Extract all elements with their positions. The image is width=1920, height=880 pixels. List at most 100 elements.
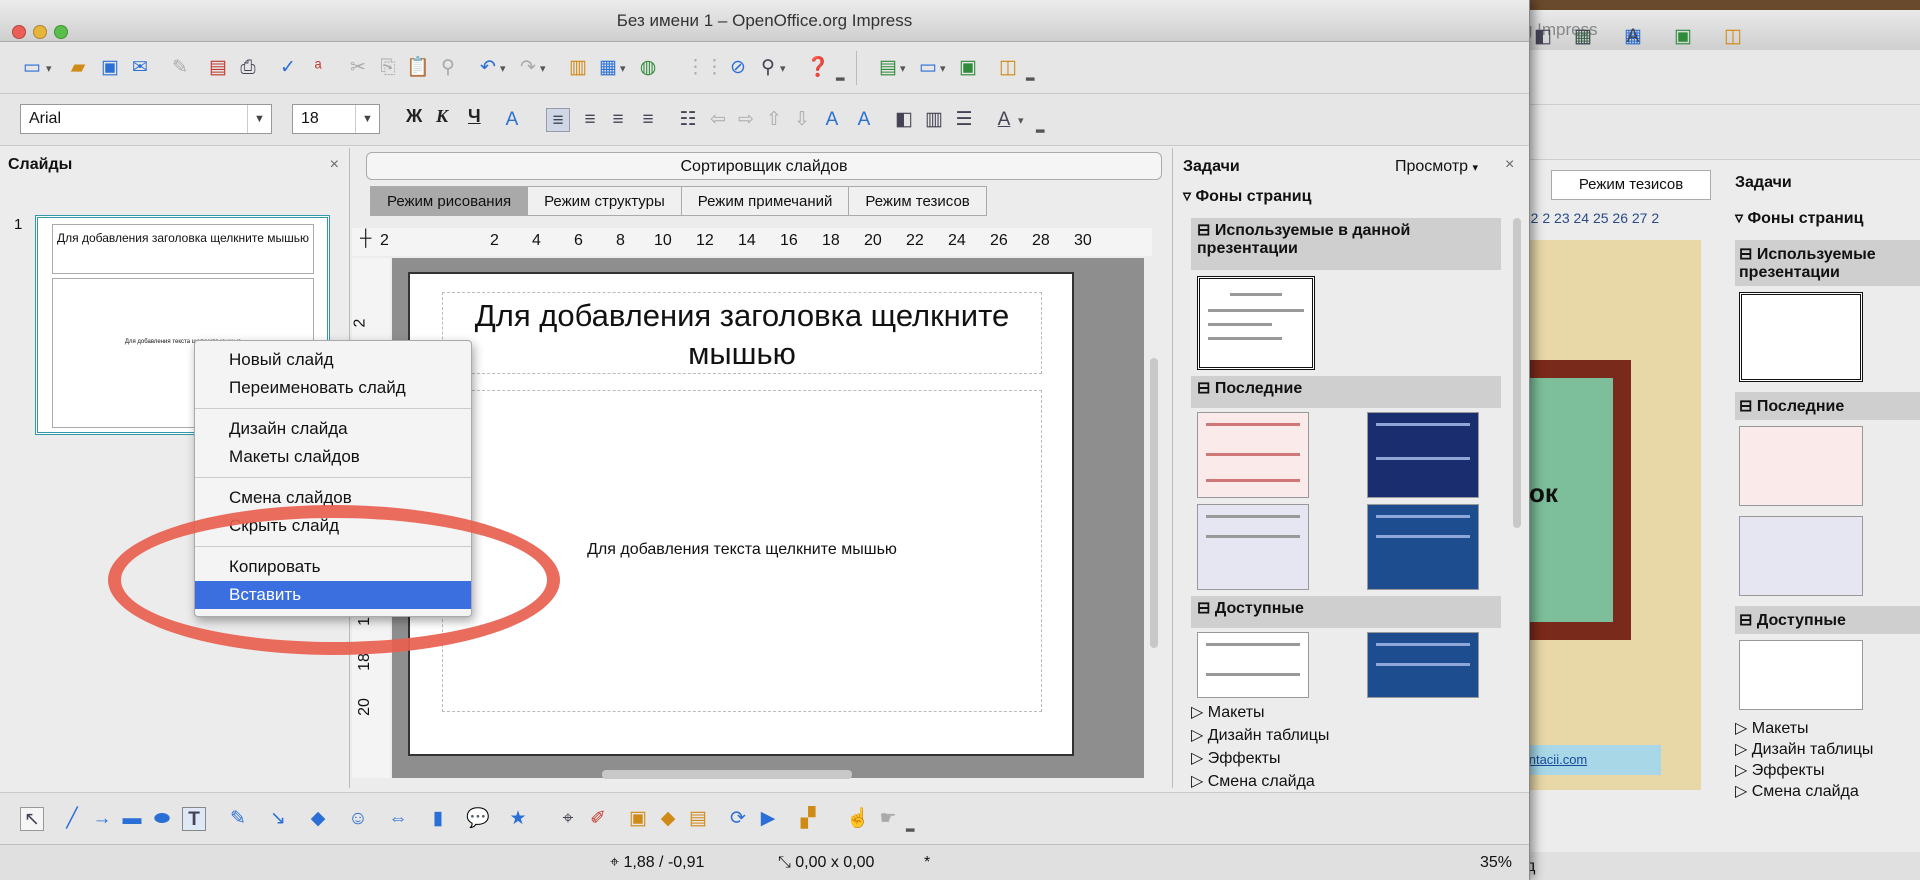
menu-item-paste[interactable]: Вставить — [195, 581, 471, 609]
gallery-icon[interactable]: ◆ — [656, 807, 680, 831]
back-tab-outline[interactable]: Режим тезисов — [1551, 170, 1711, 200]
line-icon[interactable]: ╱ — [60, 807, 84, 831]
ruler-origin-icon[interactable]: ┼ — [360, 230, 371, 248]
email-icon[interactable]: ✉ — [128, 56, 152, 80]
animation-icon[interactable]: ◧ — [1531, 25, 1555, 49]
back-link[interactable]: zentacii.com — [1511, 745, 1661, 775]
connector-icon[interactable]: ↘ — [266, 807, 290, 831]
section-used[interactable]: ⊟ Используемые в данной презентации — [1191, 218, 1501, 270]
slide-layout-icon[interactable]: ▤ — [876, 56, 900, 80]
font-size-combo[interactable]: 18 ▼ — [292, 104, 380, 134]
stars-icon[interactable]: ★ — [506, 807, 530, 831]
bold-button[interactable]: Ж — [406, 106, 422, 127]
back-effects[interactable]: ▷ Эффекты — [1735, 760, 1873, 781]
toolbar-overflow-icon-2[interactable]: ▂ — [1026, 68, 1034, 81]
select-arrow-icon[interactable]: ↖ — [20, 807, 44, 831]
back-section-available[interactable]: ⊟ Доступные — [1735, 606, 1920, 634]
zoom-level[interactable]: 35% — [1480, 854, 1512, 872]
views-dropdown-icon[interactable]: ▾ — [940, 62, 946, 75]
justify-icon[interactable]: ≡ — [636, 108, 660, 132]
edit-file-icon[interactable]: ✎ — [168, 56, 192, 80]
tasks-scrollbar[interactable] — [1513, 218, 1521, 528]
navigator-icon[interactable]: ⊘ — [726, 56, 750, 80]
back-template-lavender[interactable] — [1739, 516, 1863, 596]
align-right-icon[interactable]: ≡ — [606, 108, 630, 132]
table-icon[interactable]: ▦ — [596, 56, 620, 80]
basic-shapes-icon[interactable]: ◆ — [306, 807, 330, 831]
slide-transition-item[interactable]: ▷ Смена слайда — [1191, 771, 1315, 791]
align-center-icon[interactable]: ≡ — [578, 108, 602, 132]
clone-formatting-icon[interactable]: ⚲ — [436, 56, 460, 80]
callouts-icon[interactable]: 💬 — [466, 807, 490, 831]
autospellcheck-icon[interactable]: ᵃ — [306, 56, 330, 80]
font-name-combo[interactable]: Arial ▼ — [20, 104, 272, 134]
slide-sorter-button[interactable]: Сортировщик слайдов — [366, 152, 1162, 180]
increase-font-icon[interactable]: A — [820, 108, 844, 132]
font-size-dropdown-icon[interactable]: ▼ — [355, 105, 379, 133]
menu-item-slide-design[interactable]: Дизайн слайда — [195, 415, 471, 443]
tab-outline[interactable]: Режим структуры — [527, 186, 682, 216]
move-up-icon[interactable]: ⇧ — [762, 108, 786, 132]
curve-icon[interactable]: ✎ — [226, 807, 250, 831]
effects-icon[interactable]: ▶ — [756, 807, 780, 831]
from-file-icon[interactable]: ▣ — [626, 807, 650, 831]
demote-icon[interactable]: ⇨ — [734, 108, 758, 132]
master-pages-header[interactable]: ▿ Фоны страниц — [1183, 186, 1311, 206]
template-recent-blue[interactable] — [1367, 504, 1479, 590]
grid-icon[interactable]: ⋮⋮ — [686, 56, 724, 80]
interaction-icon[interactable]: ☝ — [846, 807, 870, 831]
points-icon[interactable]: ⌖ — [556, 807, 580, 831]
paragraph-icon[interactable]: ▥ — [922, 108, 946, 132]
insert-image-icon[interactable]: ▣ — [956, 56, 980, 80]
new-document-icon[interactable]: ▭ — [20, 56, 44, 80]
back-template-white[interactable] — [1739, 640, 1863, 710]
view-menu[interactable]: Просмотр ▾ — [1395, 158, 1478, 176]
symbol-shapes-icon[interactable]: ☺ — [346, 807, 370, 831]
back-transition[interactable]: ▷ Смена слайда — [1735, 781, 1873, 802]
bullets-numbering-icon[interactable]: ☰ — [952, 108, 976, 132]
back-template-thumb[interactable] — [1739, 292, 1863, 382]
display-views-icon[interactable]: ▭ — [916, 56, 940, 80]
flowchart-icon[interactable]: ▮ — [426, 807, 450, 831]
help-icon[interactable]: ❓ — [806, 56, 830, 80]
section-recent[interactable]: ⊟ Последние — [1191, 376, 1501, 408]
globe-icon[interactable]: ◍ — [636, 56, 660, 80]
arrow-line-icon[interactable]: → — [90, 807, 114, 831]
back-template-red[interactable] — [1739, 426, 1863, 506]
vertical-scrollbar[interactable] — [1150, 358, 1158, 648]
template-default[interactable] — [1197, 276, 1315, 370]
font-color-icon[interactable]: A — [1621, 25, 1645, 49]
zoom-icon[interactable]: ⚲ — [756, 56, 780, 80]
slide-show-icon[interactable]: ◫ — [1721, 25, 1745, 49]
undo-icon[interactable]: ↶ — [476, 56, 500, 80]
content-placeholder[interactable]: Для добавления текста щелкните мышью — [442, 390, 1042, 712]
redo-dropdown-icon[interactable]: ▾ — [540, 62, 546, 75]
chart-icon[interactable]: ▥ — [566, 56, 590, 80]
cut-icon[interactable]: ✂ — [346, 56, 370, 80]
underline-button[interactable]: Ч — [468, 106, 481, 127]
export-pdf-icon[interactable]: ▤ — [206, 56, 230, 80]
menu-item-slide-layouts[interactable]: Макеты слайдов — [195, 443, 471, 471]
close-slides-panel-icon[interactable]: × — [330, 156, 339, 174]
zoom-window-button[interactable] — [54, 25, 68, 39]
close-window-button[interactable] — [12, 25, 26, 39]
back-section-used[interactable]: ⊟ Используемые презентации — [1735, 240, 1920, 286]
font-color-icon[interactable]: A — [992, 108, 1016, 132]
title-placeholder[interactable]: Для добавления заголовка щелкните мышью — [442, 292, 1042, 374]
ellipse-icon[interactable]: ⬬ — [150, 807, 174, 831]
extrusion-icon[interactable]: ⟳ — [726, 807, 750, 831]
tab-handout[interactable]: Режим тезисов — [848, 186, 987, 216]
slide[interactable]: Для добавления заголовка щелкните мышью … — [408, 272, 1074, 756]
block-arrows-icon[interactable]: ⇔ — [386, 807, 410, 831]
promote-icon[interactable]: ⇦ — [706, 108, 730, 132]
rectangle-icon[interactable]: ▬ — [120, 807, 144, 831]
arrange-icon[interactable]: ▞ — [796, 807, 820, 831]
custom-animation-item[interactable]: ▷ Эффекты — [1191, 748, 1280, 768]
bullets-icon[interactable]: ☷ — [676, 108, 700, 132]
menu-item-slide-transition[interactable]: Смена слайдов — [195, 484, 471, 512]
tab-notes[interactable]: Режим примечаний — [680, 186, 850, 216]
back-table-design[interactable]: ▷ Дизайн таблицы — [1735, 739, 1873, 760]
minimize-window-button[interactable] — [33, 25, 47, 39]
toolbar-overflow-icon[interactable]: ▂ — [836, 68, 844, 81]
shadow-icon[interactable]: A — [500, 108, 524, 132]
